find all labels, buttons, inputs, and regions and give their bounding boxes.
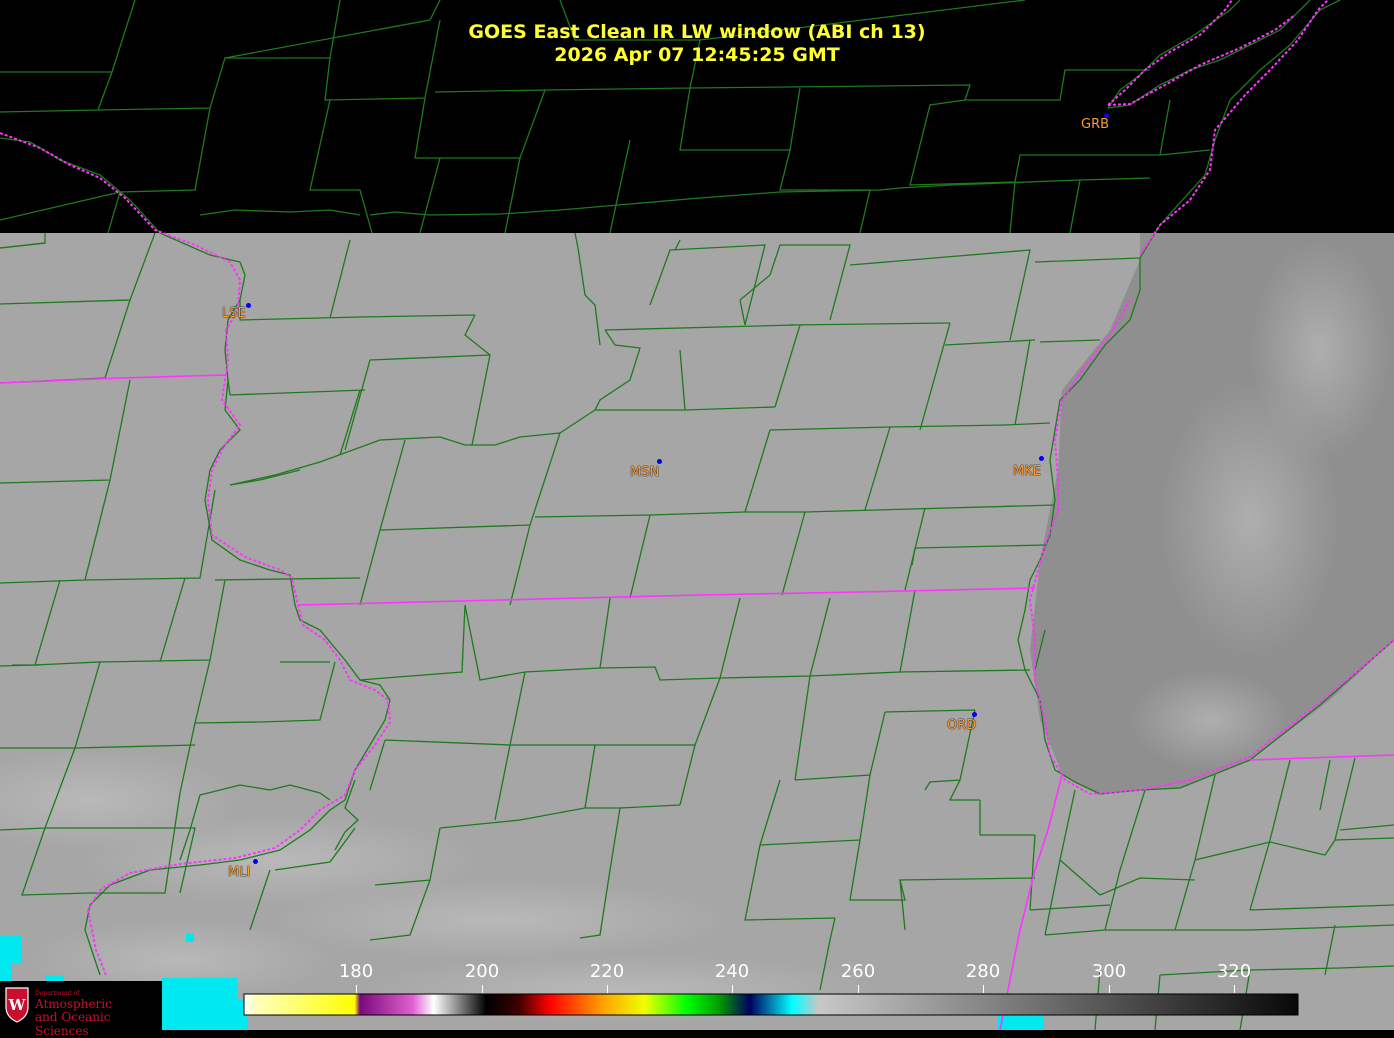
colorbar-tick-mark [482, 985, 483, 993]
colorbar-tick-label: 200 [464, 961, 500, 982]
station-dot-mke [1039, 456, 1044, 461]
colorbar-tick-mark [356, 985, 357, 993]
logo-oceanic: and Oceanic Sciences [35, 1010, 111, 1038]
image-timestamp: 2026 Apr 07 12:45:25 GMT [554, 44, 840, 66]
colorbar-tick-label: 260 [840, 961, 876, 982]
station-label-grb: GRB [1081, 117, 1110, 132]
colorbar-fill [243, 993, 1299, 1016]
colorbar-tick-label: 300 [1091, 961, 1127, 982]
station-label-lse: LSE [222, 306, 246, 321]
colorbar-tick-label: 220 [589, 961, 625, 982]
colorbar-tick-mark [732, 985, 733, 993]
uw-crest-icon: W [5, 987, 29, 1023]
logo-department: Department of [35, 990, 80, 997]
station-dot-mli [253, 859, 258, 864]
aos-logo: W Department of Atmospheric and Oceanic … [0, 981, 162, 1038]
station-dot-ord [972, 712, 977, 717]
station-dot-lse [246, 303, 251, 308]
satellite-map[interactable] [0, 0, 1394, 1030]
colorbar-tick-mark [607, 985, 608, 993]
station-label-msn: MSN [630, 465, 660, 480]
station-dot-msn [657, 459, 662, 464]
colorbar-tick-mark [1234, 985, 1235, 993]
station-label-mli: MLI [228, 865, 251, 880]
colorbar-tick-label: 320 [1216, 961, 1252, 982]
colorbar-tick-mark [983, 985, 984, 993]
image-title: GOES East Clean IR LW window (ABI ch 13) [468, 21, 926, 43]
colorbar-tick-label: 240 [714, 961, 750, 982]
logo-atmospheric: Atmospheric [35, 997, 112, 1011]
station-label-mke: MKE [1013, 464, 1041, 479]
colorbar-tick-label: 180 [338, 961, 374, 982]
colorbar-tick-label: 280 [965, 961, 1001, 982]
colorbar-tick-mark [1109, 985, 1110, 993]
svg-text:W: W [8, 996, 27, 1014]
colorbar-tick-mark [858, 985, 859, 993]
station-label-ord: ORD [947, 718, 977, 733]
